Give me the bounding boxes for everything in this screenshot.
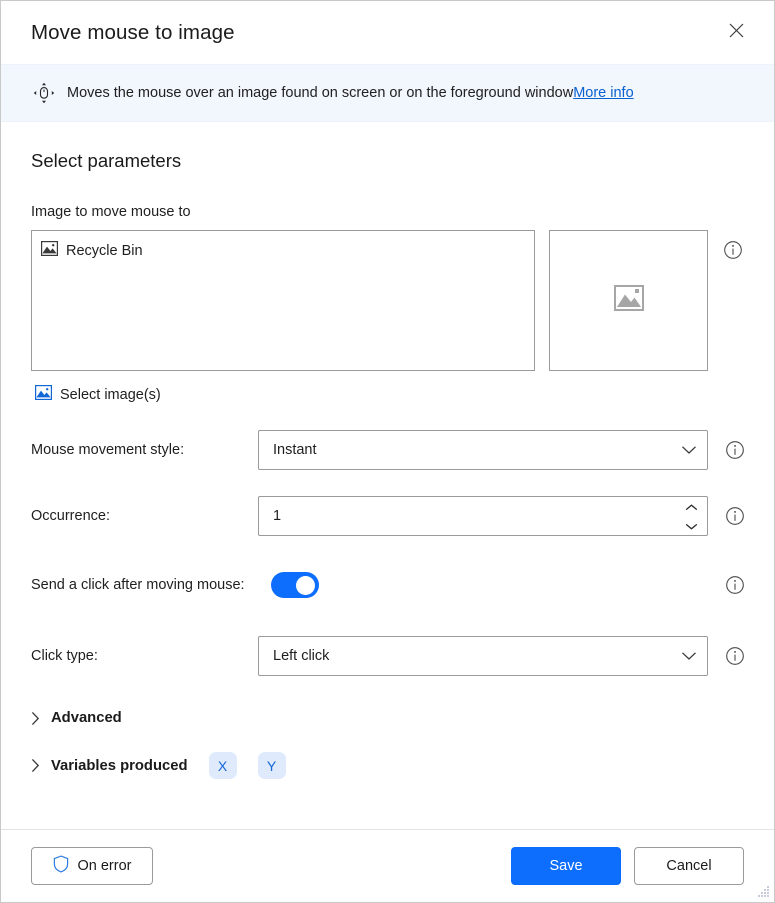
chevron-down-icon <box>681 445 697 455</box>
image-preview <box>549 230 708 371</box>
variable-chip-y[interactable]: Y <box>257 752 286 779</box>
image-field-label: Image to move mouse to <box>31 204 191 220</box>
page-title: Move mouse to image <box>31 20 235 44</box>
close-button[interactable] <box>714 13 758 53</box>
more-info-link[interactable]: More info <box>573 85 633 101</box>
save-button[interactable]: Save <box>511 847 621 885</box>
close-icon <box>729 23 744 43</box>
row-send-click-after-moving-mouse: Send a click after moving mouse: <box>31 566 744 604</box>
chevron-down-icon[interactable] <box>685 518 698 534</box>
cancel-label: Cancel <box>666 858 712 874</box>
select-images-link[interactable]: Select image(s) <box>35 385 161 404</box>
image-icon <box>41 241 59 260</box>
cancel-button[interactable]: Cancel <box>634 847 744 885</box>
dialog-body: Select parameters Image to move mouse to… <box>1 122 774 829</box>
toggle-knob <box>296 575 315 595</box>
select-images-label: Select image(s) <box>60 386 161 403</box>
info-banner: Moves the mouse over an image found on s… <box>1 64 774 122</box>
click-type-select[interactable]: Left click <box>258 636 708 676</box>
list-item[interactable]: Recycle Bin <box>41 239 525 262</box>
info-icon[interactable] <box>724 439 746 461</box>
send-click-label: Send a click after moving mouse: <box>31 577 245 593</box>
variable-chip-x[interactable]: X <box>208 752 237 779</box>
click-type-value: Left click <box>273 648 330 664</box>
chevron-right-icon <box>31 758 40 773</box>
image-icon <box>35 385 53 404</box>
footer-actions: Save Cancel <box>511 847 744 885</box>
section-title: Select parameters <box>31 150 182 171</box>
info-icon[interactable] <box>724 505 746 527</box>
stepper-arrows[interactable] <box>681 499 701 534</box>
mouse-move-icon <box>31 80 57 106</box>
resize-grip-icon[interactable] <box>756 884 770 898</box>
row-occurrence: Occurrence: 1 <box>31 496 744 536</box>
variables-produced-expander[interactable]: Variables produced X Y <box>31 752 286 779</box>
variables-produced-label: Variables produced <box>51 757 188 774</box>
occurrence-label: Occurrence: <box>31 508 110 524</box>
mouse-movement-style-select[interactable]: Instant <box>258 430 708 470</box>
on-error-button[interactable]: On error <box>31 847 153 885</box>
info-icon[interactable] <box>722 239 744 261</box>
image-placeholder-icon <box>613 285 644 316</box>
advanced-label: Advanced <box>51 710 122 726</box>
list-item-label: Recycle Bin <box>66 242 143 259</box>
row-mouse-movement-style: Mouse movement style: Instant <box>31 430 744 470</box>
banner-description: Moves the mouse over an image found on s… <box>67 85 574 101</box>
occurrence-value[interactable]: 1 <box>273 508 681 524</box>
info-icon[interactable] <box>724 574 746 596</box>
occurrence-stepper[interactable]: 1 <box>258 496 708 536</box>
footer-bar: On error Save Cancel <box>1 829 774 902</box>
mouse-movement-style-label: Mouse movement style: <box>31 442 185 458</box>
shield-icon <box>53 855 69 877</box>
dialog-window: Move mouse to image Moves the mouse over… <box>0 0 775 903</box>
click-type-label: Click type: <box>31 648 98 664</box>
image-picker-row: Recycle Bin <box>31 230 744 371</box>
mouse-movement-style-value: Instant <box>273 442 317 458</box>
info-icon[interactable] <box>724 645 746 667</box>
image-list[interactable]: Recycle Bin <box>31 230 536 371</box>
chevron-up-icon[interactable] <box>685 499 698 515</box>
save-label: Save <box>549 858 583 874</box>
chevron-down-icon <box>681 651 697 661</box>
title-bar: Move mouse to image <box>1 1 774 64</box>
row-click-type: Click type: Left click <box>31 636 744 676</box>
advanced-expander[interactable]: Advanced <box>31 710 122 726</box>
chevron-right-icon <box>31 711 40 726</box>
send-click-toggle[interactable] <box>271 572 319 598</box>
on-error-label: On error <box>77 858 132 874</box>
